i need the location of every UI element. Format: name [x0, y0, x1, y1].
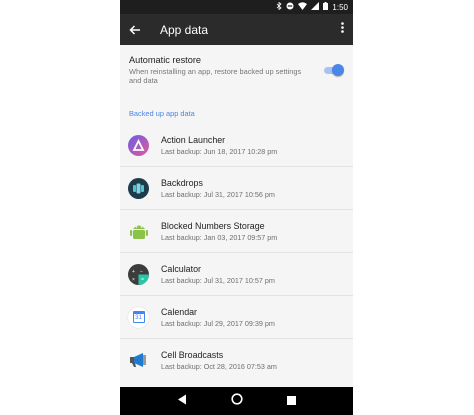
app-list: Action Launcher Last backup: Jun 18, 201…: [120, 124, 353, 381]
list-item[interactable]: Blocked Numbers Storage Last backup: Jan…: [120, 209, 353, 252]
recents-square-icon[interactable]: [287, 392, 296, 410]
list-item[interactable]: + − × = Calculator Last backup: Jul 31, …: [120, 252, 353, 295]
section-header: Backed up app data: [129, 109, 195, 118]
restore-subtitle: When reinstalling an app, restore backed…: [129, 67, 302, 85]
back-triangle-icon[interactable]: [177, 392, 187, 410]
list-item[interactable]: Cell Broadcasts Last backup: Oct 28, 201…: [120, 338, 353, 381]
calendar-day: 31: [133, 314, 144, 322]
bluetooth-icon: [276, 1, 283, 12]
app-name: Action Launcher: [161, 134, 226, 145]
android-icon: [128, 221, 149, 242]
list-item[interactable]: 31 Calendar Last backup: Jul 29, 2017 09…: [120, 295, 353, 338]
app-name: Backdrops: [161, 177, 203, 188]
last-backup: Last backup: Jan 03, 2017 09:57 pm: [161, 232, 278, 242]
last-backup: Last backup: Oct 28, 2016 07:53 am: [161, 361, 277, 371]
toggle-knob: [332, 64, 344, 76]
status-bar: 1:50: [120, 0, 353, 14]
automatic-restore-setting[interactable]: Automatic restore When reinstalling an a…: [120, 45, 353, 101]
status-time: 1:50: [332, 2, 348, 12]
restore-title: Automatic restore: [129, 55, 201, 65]
svg-text:−: −: [140, 269, 143, 275]
calculator-icon: + − × =: [128, 263, 149, 285]
list-item[interactable]: Action Launcher Last backup: Jun 18, 201…: [120, 124, 353, 166]
svg-text:+: +: [132, 269, 135, 275]
action-launcher-icon: [128, 134, 149, 156]
megaphone-icon: [128, 350, 149, 371]
battery-icon: [323, 2, 329, 12]
navigation-bar: [120, 387, 353, 415]
calendar-icon: 31: [128, 306, 149, 328]
back-button[interactable]: [120, 22, 150, 38]
last-backup: Last backup: Jul 31, 2017 10:56 pm: [161, 189, 275, 199]
arrow-left-icon: [129, 24, 140, 35]
signal-icon: [311, 2, 320, 12]
app-name: Blocked Numbers Storage: [161, 220, 265, 231]
last-backup: Last backup: Jul 29, 2017 09:39 pm: [161, 318, 275, 328]
page-title: App data: [160, 22, 209, 37]
phone-screen: 1:50 App data Automatic restore When rei…: [120, 0, 353, 415]
backdrops-icon: [128, 177, 149, 199]
svg-text:=: =: [141, 277, 144, 283]
last-backup: Last backup: Jun 18, 2017 10:28 pm: [161, 146, 278, 156]
home-circle-icon[interactable]: [231, 392, 243, 410]
app-name: Calculator: [161, 263, 201, 274]
app-bar: App data: [120, 14, 353, 45]
automatic-restore-toggle[interactable]: [324, 64, 344, 76]
list-item[interactable]: Backdrops Last backup: Jul 31, 2017 10:5…: [120, 166, 353, 209]
last-backup: Last backup: Jul 31, 2017 10:57 pm: [161, 275, 275, 285]
wifi-icon: [298, 2, 308, 12]
dnd-icon: [286, 2, 294, 12]
more-vert-icon: [340, 22, 344, 33]
svg-text:×: ×: [132, 277, 135, 283]
app-name: Cell Broadcasts: [161, 349, 224, 360]
more-options-button[interactable]: [337, 22, 347, 36]
app-name: Calendar: [161, 306, 198, 317]
